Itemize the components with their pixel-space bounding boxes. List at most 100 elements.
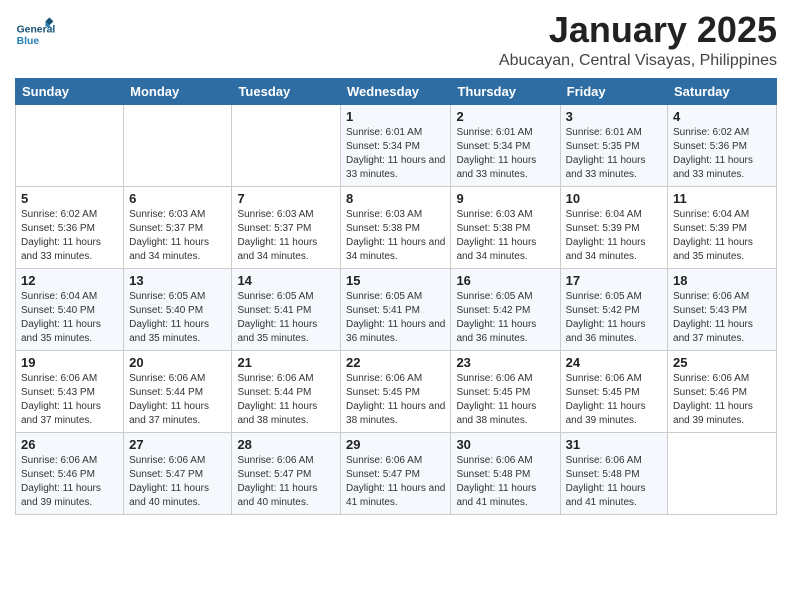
day-number: 28	[237, 437, 335, 452]
day-info: Sunrise: 6:05 AMSunset: 5:42 PMDaylight:…	[566, 290, 662, 346]
title-area: January 2025 Abucayan, Central Visayas, …	[499, 10, 777, 70]
day-cell: 16 Sunrise: 6:05 AMSunset: 5:42 PMDayligh…	[451, 268, 560, 350]
day-info: Sunrise: 6:05 AMSunset: 5:42 PMDaylight:…	[456, 290, 554, 346]
day-info: Sunrise: 6:01 AMSunset: 5:34 PMDaylight:…	[456, 126, 554, 182]
day-cell: 19 Sunrise: 6:06 AMSunset: 5:43 PMDayligh…	[16, 350, 124, 432]
day-info: Sunrise: 6:06 AMSunset: 5:47 PMDaylight:…	[346, 454, 445, 510]
day-number: 3	[566, 109, 662, 124]
day-info: Sunrise: 6:03 AMSunset: 5:38 PMDaylight:…	[346, 208, 445, 264]
logo-icon: General Blue	[15, 15, 55, 55]
day-cell: 13 Sunrise: 6:05 AMSunset: 5:40 PMDayligh…	[124, 268, 232, 350]
day-info: Sunrise: 6:06 AMSunset: 5:47 PMDaylight:…	[237, 454, 335, 510]
day-info: Sunrise: 6:06 AMSunset: 5:44 PMDaylight:…	[237, 372, 335, 428]
day-number: 27	[129, 437, 226, 452]
day-cell	[232, 104, 341, 186]
logo: General Blue	[15, 15, 59, 55]
day-cell: 6Sunrise: 6:03 AMSunset: 5:37 PMDaylight…	[124, 186, 232, 268]
week-row-1: 1 Sunrise: 6:01 AMSunset: 5:34 PMDaylight…	[16, 104, 777, 186]
day-cell: 18Sunrise: 6:06 AMSunset: 5:43 PMDayligh…	[668, 268, 777, 350]
weekday-header-friday: Friday	[560, 78, 667, 104]
day-cell: 22Sunrise: 6:06 AMSunset: 5:45 PMDayligh…	[341, 350, 451, 432]
day-number: 20	[129, 355, 226, 370]
day-cell: 1 Sunrise: 6:01 AMSunset: 5:34 PMDaylight…	[341, 104, 451, 186]
day-cell	[668, 432, 777, 514]
month-title: January 2025	[499, 10, 777, 50]
day-number: 23	[456, 355, 554, 370]
svg-text:Blue: Blue	[17, 36, 40, 47]
day-cell: 10 Sunrise: 6:04 AMSunset: 5:39 PMDayligh…	[560, 186, 667, 268]
day-number: 11	[673, 191, 771, 206]
day-info: Sunrise: 6:02 AMSunset: 5:36 PMDaylight:…	[21, 208, 118, 264]
day-cell: 17 Sunrise: 6:05 AMSunset: 5:42 PMDayligh…	[560, 268, 667, 350]
week-row-3: 12Sunrise: 6:04 AMSunset: 5:40 PMDayligh…	[16, 268, 777, 350]
day-number: 31	[566, 437, 662, 452]
day-number: 14	[237, 273, 335, 288]
day-info: Sunrise: 6:06 AMSunset: 5:47 PMDaylight:…	[129, 454, 226, 510]
day-cell: 20 Sunrise: 6:06 AMSunset: 5:44 PMDayligh…	[124, 350, 232, 432]
day-info: Sunrise: 6:02 AMSunset: 5:36 PMDaylight:…	[673, 126, 771, 182]
weekday-header-wednesday: Wednesday	[341, 78, 451, 104]
day-cell: 23 Sunrise: 6:06 AMSunset: 5:45 PMDayligh…	[451, 350, 560, 432]
day-info: Sunrise: 6:05 AMSunset: 5:40 PMDaylight:…	[129, 290, 226, 346]
day-cell: 12Sunrise: 6:04 AMSunset: 5:40 PMDayligh…	[16, 268, 124, 350]
day-info: Sunrise: 6:06 AMSunset: 5:46 PMDaylight:…	[21, 454, 118, 510]
day-number: 30	[456, 437, 554, 452]
day-cell: 14Sunrise: 6:05 AMSunset: 5:41 PMDayligh…	[232, 268, 341, 350]
day-cell: 27 Sunrise: 6:06 AMSunset: 5:47 PMDayligh…	[124, 432, 232, 514]
location-title: Abucayan, Central Visayas, Philippines	[499, 52, 777, 70]
weekday-header-row: SundayMondayTuesdayWednesdayThursdayFrid…	[16, 78, 777, 104]
weekday-header-thursday: Thursday	[451, 78, 560, 104]
weekday-header-monday: Monday	[124, 78, 232, 104]
day-info: Sunrise: 6:06 AMSunset: 5:45 PMDaylight:…	[346, 372, 445, 428]
day-number: 24	[566, 355, 662, 370]
day-number: 25	[673, 355, 771, 370]
page-header: General Blue January 2025 Abucayan, Cent…	[15, 10, 777, 70]
day-number: 29	[346, 437, 445, 452]
day-number: 21	[237, 355, 335, 370]
day-cell	[124, 104, 232, 186]
day-info: Sunrise: 6:03 AMSunset: 5:37 PMDaylight:…	[237, 208, 335, 264]
day-info: Sunrise: 6:06 AMSunset: 5:44 PMDaylight:…	[129, 372, 226, 428]
day-number: 17	[566, 273, 662, 288]
day-info: Sunrise: 6:06 AMSunset: 5:48 PMDaylight:…	[566, 454, 662, 510]
day-info: Sunrise: 6:04 AMSunset: 5:39 PMDaylight:…	[673, 208, 771, 264]
day-cell: 3 Sunrise: 6:01 AMSunset: 5:35 PMDaylight…	[560, 104, 667, 186]
day-info: Sunrise: 6:03 AMSunset: 5:37 PMDaylight:…	[129, 208, 226, 264]
weekday-header-sunday: Sunday	[16, 78, 124, 104]
day-number: 13	[129, 273, 226, 288]
day-cell: 28 Sunrise: 6:06 AMSunset: 5:47 PMDayligh…	[232, 432, 341, 514]
day-info: Sunrise: 6:06 AMSunset: 5:43 PMDaylight:…	[21, 372, 118, 428]
day-cell: 5Sunrise: 6:02 AMSunset: 5:36 PMDaylight…	[16, 186, 124, 268]
day-cell	[16, 104, 124, 186]
day-number: 10	[566, 191, 662, 206]
day-cell: 2Sunrise: 6:01 AMSunset: 5:34 PMDaylight…	[451, 104, 560, 186]
day-info: Sunrise: 6:06 AMSunset: 5:45 PMDaylight:…	[566, 372, 662, 428]
day-info: Sunrise: 6:06 AMSunset: 5:48 PMDaylight:…	[456, 454, 554, 510]
day-number: 16	[456, 273, 554, 288]
day-cell: 8 Sunrise: 6:03 AMSunset: 5:38 PMDaylight…	[341, 186, 451, 268]
day-info: Sunrise: 6:04 AMSunset: 5:39 PMDaylight:…	[566, 208, 662, 264]
day-info: Sunrise: 6:06 AMSunset: 5:45 PMDaylight:…	[456, 372, 554, 428]
day-cell: 29 Sunrise: 6:06 AMSunset: 5:47 PMDayligh…	[341, 432, 451, 514]
day-cell: 31 Sunrise: 6:06 AMSunset: 5:48 PMDayligh…	[560, 432, 667, 514]
weekday-header-tuesday: Tuesday	[232, 78, 341, 104]
day-cell: 4Sunrise: 6:02 AMSunset: 5:36 PMDaylight…	[668, 104, 777, 186]
week-row-5: 26 Sunrise: 6:06 AMSunset: 5:46 PMDayligh…	[16, 432, 777, 514]
day-cell: 24 Sunrise: 6:06 AMSunset: 5:45 PMDayligh…	[560, 350, 667, 432]
day-cell: 7Sunrise: 6:03 AMSunset: 5:37 PMDaylight…	[232, 186, 341, 268]
day-number: 15	[346, 273, 445, 288]
day-number: 18	[673, 273, 771, 288]
day-info: Sunrise: 6:01 AMSunset: 5:34 PMDaylight:…	[346, 126, 445, 182]
day-number: 12	[21, 273, 118, 288]
weekday-header-saturday: Saturday	[668, 78, 777, 104]
day-number: 1	[346, 109, 445, 124]
week-row-2: 5Sunrise: 6:02 AMSunset: 5:36 PMDaylight…	[16, 186, 777, 268]
day-cell: 11 Sunrise: 6:04 AMSunset: 5:39 PMDayligh…	[668, 186, 777, 268]
day-info: Sunrise: 6:01 AMSunset: 5:35 PMDaylight:…	[566, 126, 662, 182]
day-number: 19	[21, 355, 118, 370]
day-cell: 21 Sunrise: 6:06 AMSunset: 5:44 PMDayligh…	[232, 350, 341, 432]
day-number: 26	[21, 437, 118, 452]
day-number: 9	[456, 191, 554, 206]
day-number: 8	[346, 191, 445, 206]
day-cell: 25Sunrise: 6:06 AMSunset: 5:46 PMDayligh…	[668, 350, 777, 432]
